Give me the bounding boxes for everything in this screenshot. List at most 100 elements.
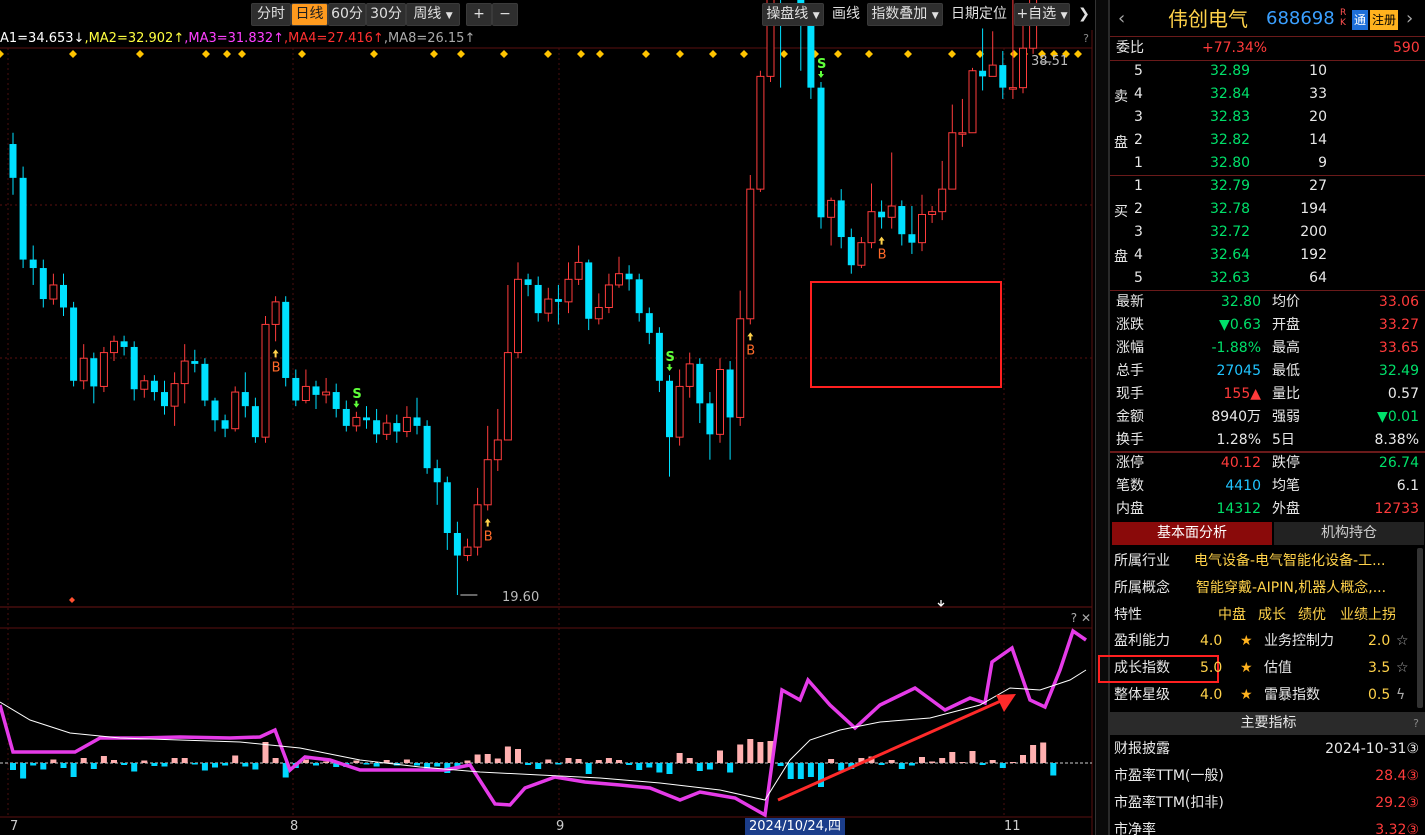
stat-label: 换手	[1116, 432, 1144, 448]
stat-value: 8940万	[1211, 409, 1261, 425]
close-icon[interactable]: ✕	[1081, 611, 1091, 625]
bid-row[interactable]: 2 32.78 194	[1110, 198, 1425, 221]
ask-row[interactable]: 5 32.89 10	[1110, 60, 1425, 83]
signal-diamond	[780, 50, 788, 58]
tong-badge[interactable]: 通	[1352, 10, 1369, 30]
indicator-value: 3.32③	[1375, 822, 1419, 835]
help-icon[interactable]: ?	[1083, 32, 1089, 45]
tab-fenshi[interactable]: 分时	[251, 3, 291, 26]
ma-legend: A1=34.653↓,MA2=32.902↑,MA3=31.832↑,MA4=2…	[0, 30, 475, 48]
weibi-label: 委比	[1116, 40, 1144, 56]
volume-bar	[222, 763, 229, 766]
stat-label: 最高	[1272, 340, 1300, 356]
ask-row[interactable]: 4 32.84 33	[1110, 83, 1425, 106]
indicator-row: 市盈率TTM(扣非) 29.2③	[1110, 792, 1425, 815]
volume-bar	[737, 744, 744, 763]
bid-row[interactable]: 1 32.79 27	[1110, 175, 1425, 198]
kline-chart-area[interactable]: B B B B S S S 分时 日线 60分 30分 周线 ▼ + − 操盘线 ▼ 画线 …	[0, 0, 1095, 835]
bid-row[interactable]: 4 32.64 192	[1110, 244, 1425, 267]
order-volume: 33	[1309, 86, 1327, 102]
stat-value: 8.38%	[1374, 432, 1419, 448]
volume-bar	[727, 763, 734, 773]
candle-body-down	[120, 341, 128, 347]
index-overlay-label: 指数叠加	[871, 6, 928, 22]
kline-svg[interactable]: B B B B S S S	[0, 0, 1095, 835]
chart-toolbar: 分时 日线 60分 30分 周线 ▼ + − 操盘线 ▼ 画线 指数叠加 ▼ 日…	[0, 0, 1095, 30]
down-arrow-icon	[937, 600, 945, 607]
candle-body-down	[90, 358, 98, 387]
tab-60min[interactable]: 60分	[328, 3, 366, 26]
add-watchlist-button[interactable]: +自选 ▼	[1014, 3, 1070, 26]
volume-bar	[504, 746, 511, 763]
volume-bar	[434, 763, 441, 767]
volume-bar	[40, 763, 47, 770]
volume-bar	[313, 763, 319, 766]
ma8-value: ,MA8=26.15↑	[383, 31, 476, 46]
rating-label: 业务控制力	[1264, 633, 1334, 649]
signal-diamond	[865, 50, 873, 58]
stat-label: 现手	[1116, 386, 1144, 402]
candle-body-down	[19, 177, 27, 260]
hollow-star-icon: ☆	[1396, 633, 1409, 649]
draw-line-button[interactable]: 画线	[827, 3, 865, 26]
zoom-in-button[interactable]: +	[466, 3, 492, 26]
zoom-out-button[interactable]: −	[492, 3, 518, 26]
tab-30min[interactable]: 30分	[366, 3, 406, 26]
candle-body-down	[847, 237, 855, 266]
candle-body-up	[463, 546, 472, 557]
volume-bar	[979, 763, 986, 765]
stat-label: 总手	[1116, 363, 1144, 379]
stat-value: 32.80	[1220, 294, 1261, 310]
help-icon[interactable]: ?	[1413, 712, 1419, 735]
index-overlay-button[interactable]: 指数叠加 ▼	[867, 3, 943, 26]
chevron-right-icon[interactable]: ›	[1406, 4, 1413, 34]
concept-value[interactable]: 智能穿戴-AIPIN,机器人概念,...	[1196, 577, 1386, 600]
candle-body-down	[150, 380, 158, 393]
candle-body-down	[393, 423, 401, 432]
bid-row[interactable]: 3 32.72 200	[1110, 221, 1425, 244]
volume-bar	[646, 763, 653, 768]
signal-diamond	[948, 50, 956, 58]
date-locate-button[interactable]: 日期定位	[946, 3, 1012, 26]
volume-bar	[585, 763, 592, 774]
feature-row: 特性 中盘 成长 绩优 业绩上拐	[1110, 604, 1425, 627]
candle-body-down	[201, 363, 209, 401]
signal-diamond	[1010, 50, 1018, 58]
panel-divider[interactable]	[1095, 0, 1108, 835]
stat-value: 12733	[1374, 501, 1419, 517]
order-price: 32.78	[1210, 201, 1251, 217]
candle-body-up	[574, 261, 583, 280]
volume-bar	[30, 763, 37, 766]
volume-bar	[323, 761, 330, 763]
candle-body-down	[241, 392, 249, 407]
weibi-row: 委比 +77.34% 590	[1110, 37, 1425, 60]
tab-rixian[interactable]: 日线	[291, 3, 328, 26]
candle-body-up	[756, 75, 765, 190]
buy-arrow-icon	[878, 236, 885, 245]
bid-row[interactable]: 5 32.63 64	[1110, 267, 1425, 290]
stat-value: 33.65	[1378, 340, 1419, 356]
register-badge[interactable]: 注册	[1370, 10, 1399, 30]
candle-body-down	[60, 284, 67, 308]
candle-body-up	[402, 416, 411, 433]
caopanxian-button[interactable]: 操盘线 ▼	[762, 3, 824, 26]
tab-institution[interactable]: 机构持仓	[1274, 522, 1424, 545]
tab-fundamental[interactable]: 基本面分析	[1112, 522, 1272, 545]
ask-row[interactable]: 1 32.80 9	[1110, 152, 1425, 175]
ask-row[interactable]: 2 32.82 14	[1110, 129, 1425, 152]
industry-value[interactable]: 电气设备-电气智能化设备-工...	[1194, 550, 1385, 573]
volume-bar	[989, 760, 996, 763]
help-icon[interactable]: ?	[1071, 611, 1077, 625]
signal-diamond	[298, 50, 306, 58]
candle-body-up	[958, 132, 967, 135]
candle-body-up	[918, 213, 926, 244]
signal-diamond	[69, 50, 77, 58]
ask-row[interactable]: 3 32.83 20	[1110, 106, 1425, 129]
candle-body-down	[413, 417, 421, 426]
chevron-left-icon[interactable]: ‹	[1118, 4, 1125, 34]
stat-label: 外盘	[1272, 501, 1300, 517]
rating-value: 4.0	[1200, 633, 1223, 649]
tab-weekly[interactable]: 周线 ▼	[406, 3, 460, 26]
double-chevron-right-icon[interactable]: ❯	[1074, 3, 1094, 26]
month-label: 7	[10, 819, 19, 834]
